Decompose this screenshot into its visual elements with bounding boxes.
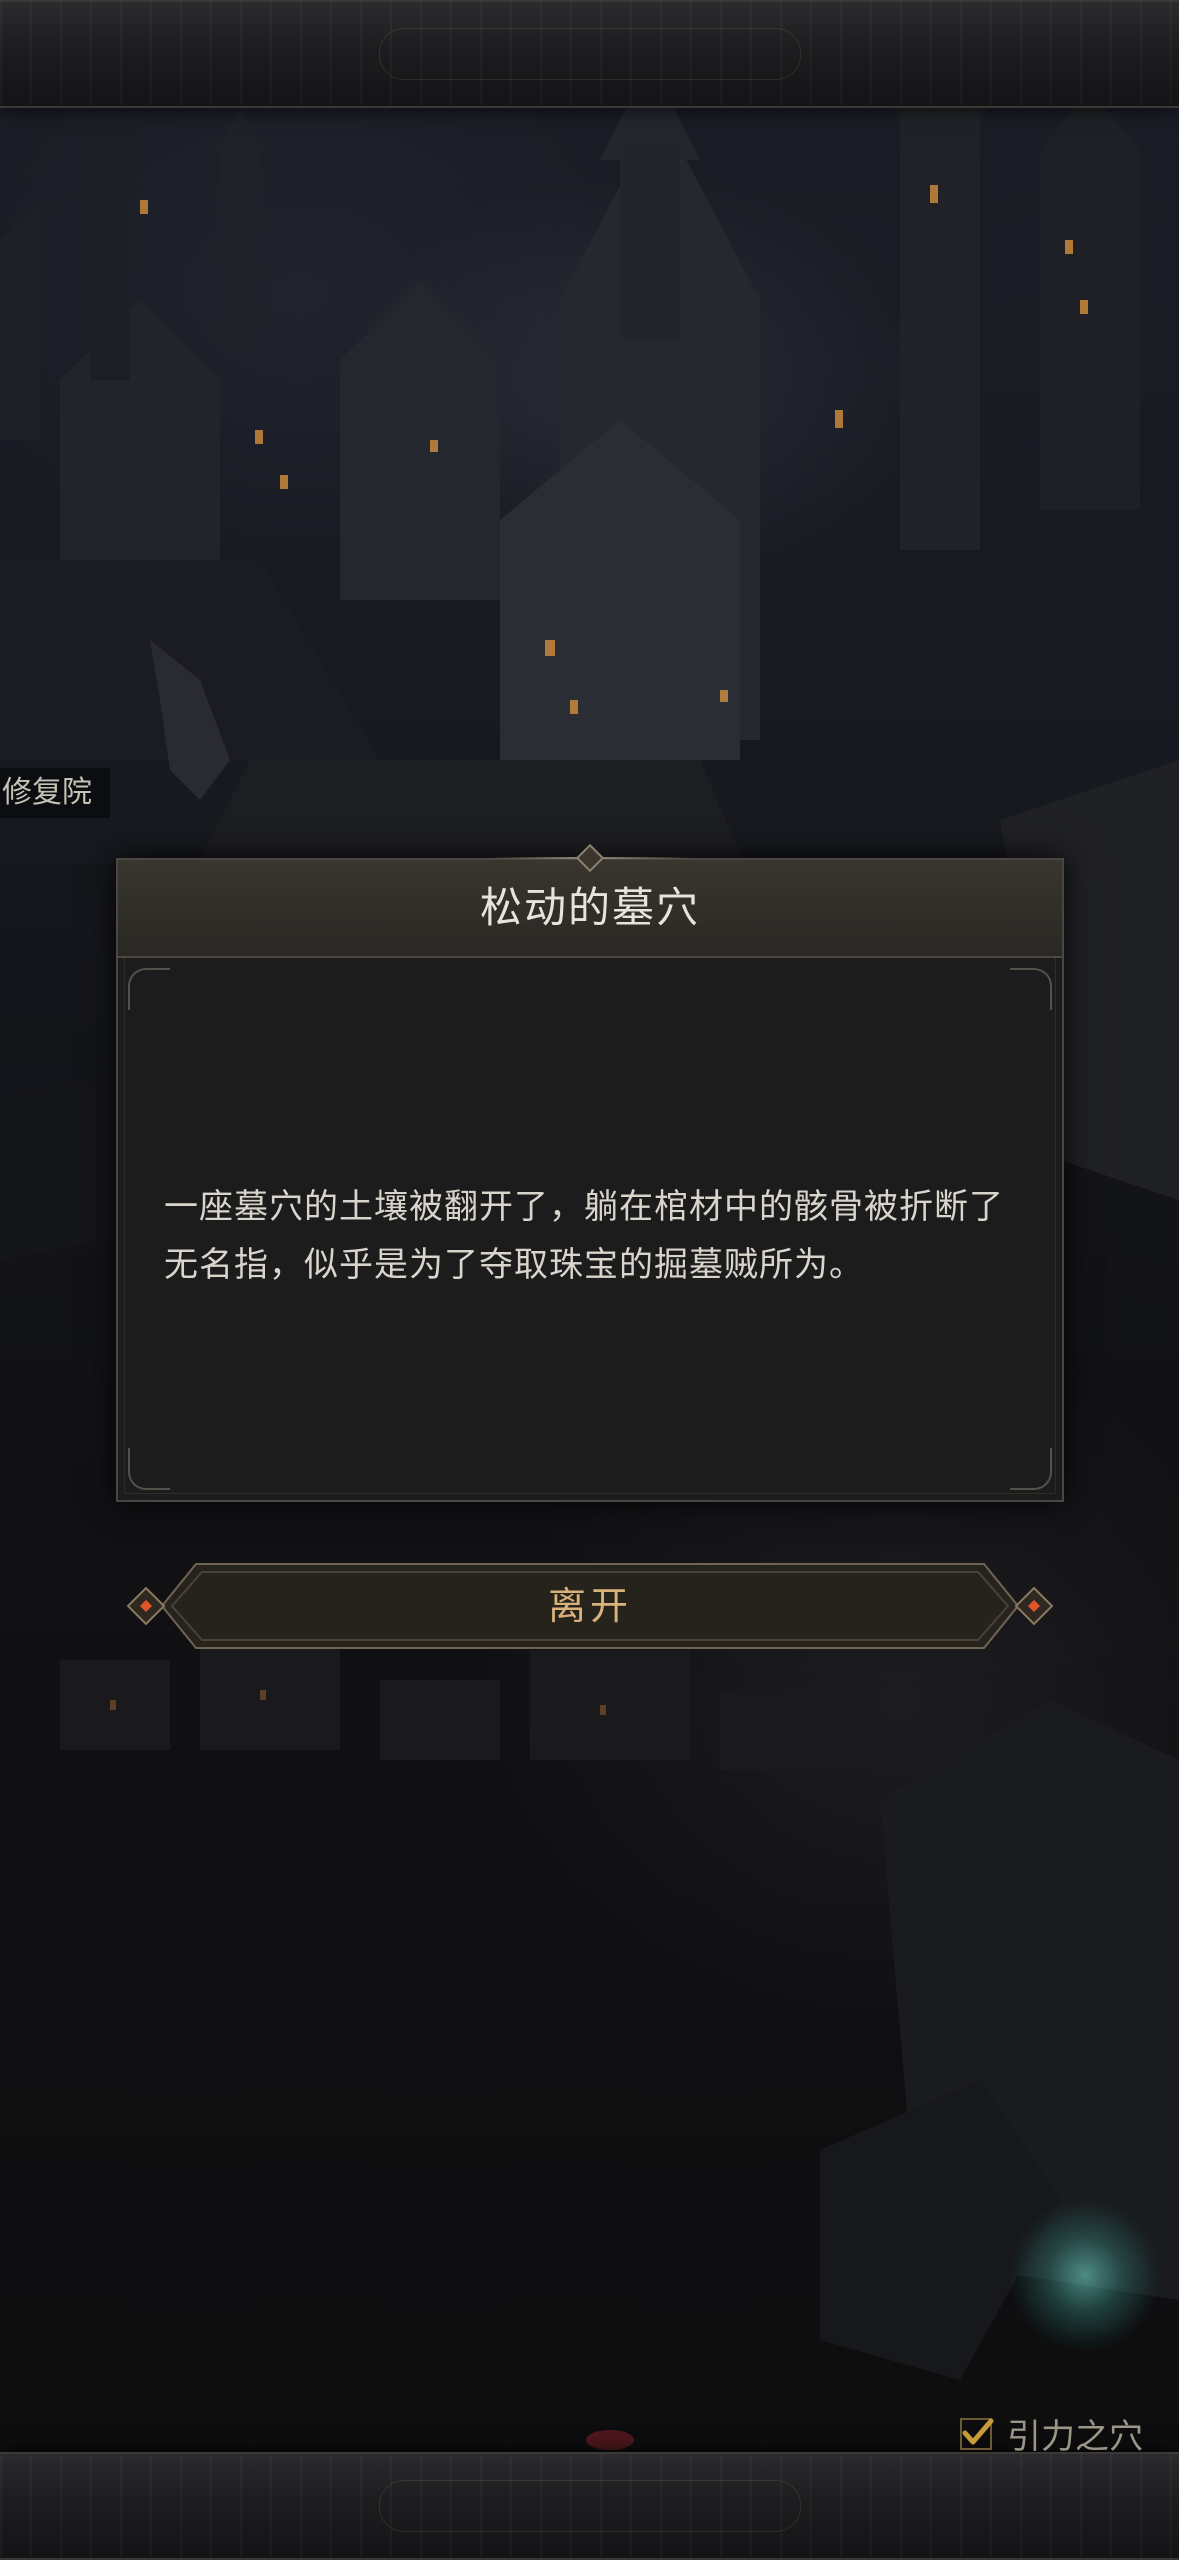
header-divider-line	[488, 857, 578, 859]
leave-button-label: 离开	[547, 1584, 632, 1628]
event-dialog: 松动的墓穴 一座墓穴的土壤被翻开了，躺在棺材中的骸骨被折断了无名指，似乎是为了夺…	[116, 843, 1064, 1502]
tracked-quest[interactable]: 引力之穴	[959, 2408, 1143, 2458]
header-divider-line	[602, 857, 692, 859]
corner-ornament	[128, 1448, 170, 1490]
dialog-title: 松动的墓穴	[479, 883, 700, 932]
dialog-body-text: 一座墓穴的土壤被翻开了，躺在棺材中的骸骨被折断了无名指，似乎是为了夺取珠宝的掘墓…	[164, 1187, 1004, 1285]
frame-ornament	[378, 28, 801, 80]
leave-button[interactable]: 离开	[126, 1556, 1054, 1656]
corner-ornament	[1010, 1448, 1052, 1490]
check-icon	[960, 2418, 994, 2450]
top-frame-border	[0, 0, 1179, 108]
tracked-quest-label: 引力之穴	[1007, 2416, 1143, 2457]
swirl-portal-icon	[1010, 2200, 1160, 2350]
dialog-header: 松动的墓穴	[118, 860, 1062, 958]
location-name-label[interactable]: 修复院	[0, 768, 110, 818]
bottom-frame-border	[0, 2452, 1179, 2560]
frame-ornament	[378, 2480, 801, 2532]
corner-ornament	[128, 968, 170, 1010]
corner-ornament	[1010, 968, 1052, 1010]
